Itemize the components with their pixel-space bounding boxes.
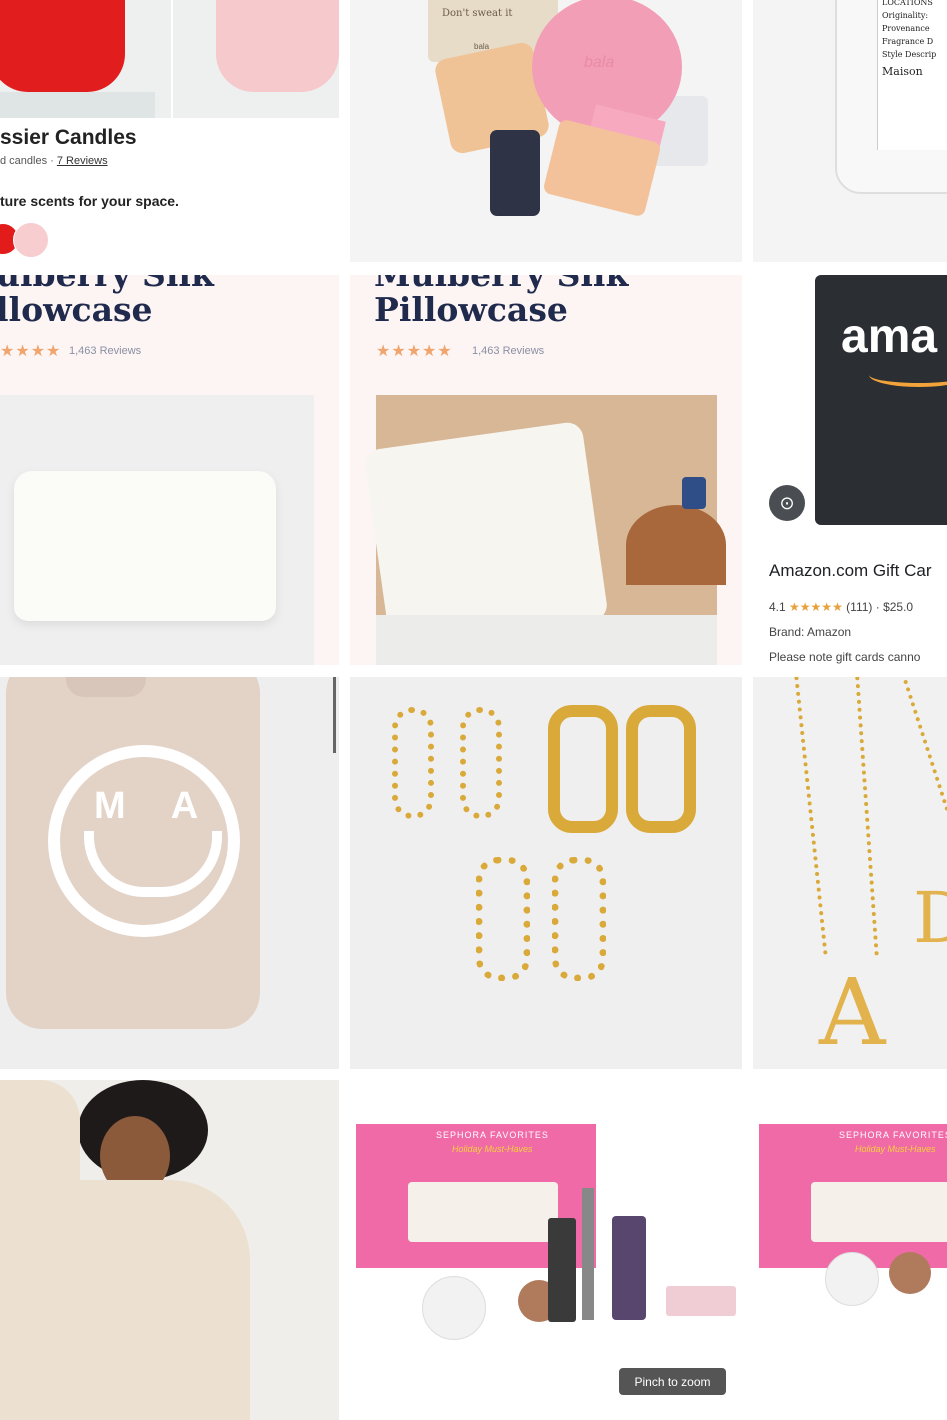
pinch-to-zoom-hint: Pinch to zoom [619,1368,726,1395]
pendant-letter-2: D [913,877,947,959]
pillow-product-image [0,395,314,665]
pendant-letter: A [819,959,886,1066]
candle-description: ture scents for your space. [0,193,179,209]
candle-product-image [0,0,339,118]
note-line: Please note gift cards canno [769,650,921,664]
fitness-gear-card[interactable]: Don't sweat it bala bala [350,0,742,262]
rating-stars: ★★★★ [0,343,62,360]
sweater-card[interactable] [0,1080,339,1420]
nightstand [626,505,726,585]
foundation-bottle [548,1218,576,1322]
candle-reviews-link[interactable]: 7 Reviews [57,155,108,167]
amazon-smile [869,363,947,387]
phone-case: M A [6,677,260,1029]
lens-icon[interactable]: ⊙ [769,485,805,521]
candle-card[interactable]: ssier Candles d candles · 7 Reviews ture… [0,0,339,262]
candle-subtitle: d candles · [0,155,57,167]
amazon-gift-card[interactable]: ama ⊙ Amazon.com Gift Car 4.1 ★★★★★ (111… [753,275,947,665]
mascara [582,1188,594,1320]
gift-card-image: ama [815,275,947,525]
smiley-face: M A [48,745,240,937]
pink-swatch[interactable] [13,222,49,258]
highlighter-jar [422,1276,486,1340]
candle-jar [682,477,706,509]
sephora-set-card-2[interactable]: SEPHORA FAVORITES Holiday Must-Haves [753,1080,947,1420]
pillowcase-title-line2: Pillowcase [374,290,568,329]
beaded-hoop-1 [392,707,434,819]
sleeve [0,1080,80,1280]
chunky-hoop-1 [548,705,618,833]
beaded-hoop-2 [460,707,502,819]
sephora-subtitle: Holiday Must-Haves [452,1144,533,1154]
perfume-label: LOCATIONS Originality: Provenance Fragra… [877,0,947,150]
bronzer [889,1252,931,1294]
amazon-logo: ama [841,310,938,363]
bedroom-photo [363,395,726,665]
reviews-count: 1,463 Reviews [69,345,142,357]
eyeshadow-palette [666,1286,736,1316]
rating-value: 4.1 [769,600,786,614]
perfume-bottle: LOCATIONS Originality: Provenance Fragra… [835,0,947,194]
scrollbar[interactable] [333,677,336,753]
brand-line: Brand: Amazon [769,625,852,639]
phone-case-card[interactable]: M A [0,677,339,1069]
product-title[interactable]: Amazon.com Gift Car [769,561,932,581]
sephora-box: SEPHORA FAVORITES Holiday Must-Haves [759,1124,947,1268]
reviews-count: 1,463 Reviews [472,345,545,357]
perfume-card[interactable]: LOCATIONS Originality: Provenance Fragra… [753,0,947,262]
red-candle [0,0,125,92]
pillowcase-card-left[interactable]: ulberry Silk llowcase ★★★★ 1,463 Reviews [0,275,339,665]
pillowcase-title-line2: llowcase [0,290,153,329]
rating-stars: ★★★★★ [376,343,453,360]
pave-hoop-1 [476,857,530,981]
bedsheet [376,615,717,665]
white-pillow [14,471,276,621]
setting-spray [612,1216,646,1320]
smile [84,831,222,897]
chain-1 [764,677,828,959]
pillowcase-card-right[interactable]: Mulberry Silk Pillowcase ★★★★★ 1,463 Rev… [350,275,742,665]
pink-candle [216,0,339,92]
sephora-brand: SEPHORA FAVORITES [436,1130,549,1140]
price: $25.0 [883,600,914,614]
navy-band [490,130,540,216]
rating-stars: ★★★★★ [789,600,843,614]
rating-count: (111) [846,600,873,614]
earrings-card[interactable] [350,677,742,1069]
candle-title: ssier Candles [0,126,137,149]
necklace-card[interactable]: A D [753,677,947,1069]
pave-hoop-2 [552,857,606,981]
initials: M A [94,785,217,827]
chunky-hoop-2 [626,705,696,833]
highlighter-jar [825,1252,879,1306]
